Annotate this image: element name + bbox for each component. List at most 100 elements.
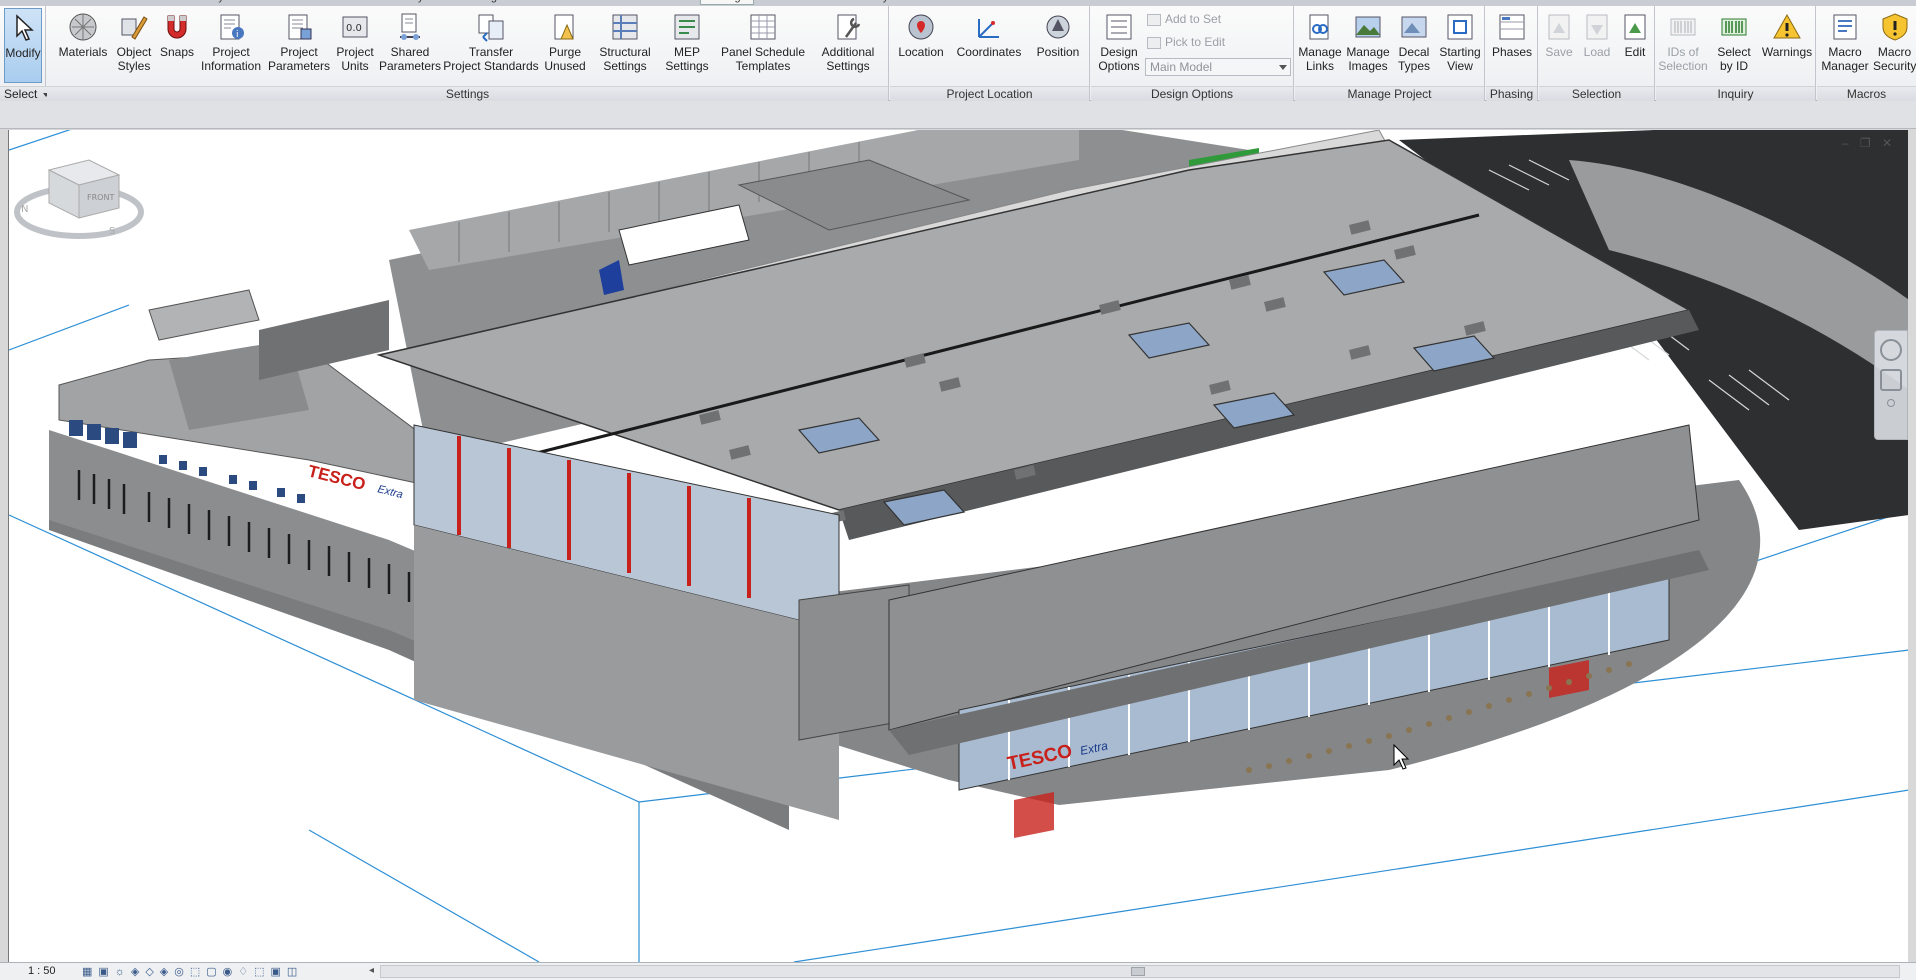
magnet-icon [167,15,187,39]
mep-settings-button[interactable]: MEP Settings [659,8,715,83]
warnings-button[interactable]: Warnings [1760,8,1814,83]
snaps-label: Snaps [159,45,195,59]
panel-schedule-icon [750,14,776,40]
design-option-value: Main Model [1150,60,1213,74]
select-by-id-button[interactable]: Select by ID [1710,8,1758,83]
add-to-set-button[interactable]: Add to Set [1147,12,1221,26]
materials-icon [69,13,97,41]
macro-manager-button[interactable]: Macro Manager [1819,8,1871,83]
decal-types-button[interactable]: Decal Types [1393,8,1435,83]
barcode-icon [1670,18,1696,36]
building-model-render: TESCO Extra TESCO Extra [9,130,1908,962]
starting-view-button[interactable]: Starting View [1437,8,1483,83]
warnings-label: Warnings [1761,45,1813,59]
design-option-select[interactable]: Main Model [1145,58,1291,76]
manage-links-button[interactable]: Manage Links [1297,8,1343,83]
starting-view-label: Starting View [1439,45,1481,73]
location-button[interactable]: Location [894,8,948,83]
structural-settings-button[interactable]: Structural Settings [593,8,657,83]
view-scale[interactable]: 1 : 50 [28,965,56,977]
scrollbar-thumb[interactable] [1131,967,1145,976]
edit-selection-label: Edit [1624,45,1646,59]
horizontal-scrollbar[interactable]: ◂ [369,965,1900,978]
view-control-icons[interactable]: ▦▣☼◈◇◈◎⬚▢◉♢⬚▣◫ [82,965,303,978]
shared-parameters-button[interactable]: Shared Parameters [379,8,441,83]
scroll-left-icon[interactable]: ◂ [369,965,374,976]
ribbon-tab-view[interactable]: View [650,0,686,5]
structural-settings-icon [612,14,638,40]
manage-links-label: Manage Links [1298,45,1342,73]
macro-security-button[interactable]: Macro Security [1873,8,1916,83]
location-label: Location [898,45,944,59]
cursor-arrow-icon [16,14,34,41]
panel-schedule-templates-button[interactable]: Panel Schedule Templates [717,8,809,83]
additional-settings-button[interactable]: Additional Settings [811,8,885,83]
design-options-title: Design Options [1091,86,1293,101]
materials-button[interactable]: Materials [55,8,111,83]
phases-button[interactable]: Phases [1488,8,1536,83]
left-extra-sign: Extra [376,483,404,501]
settings-panel: Materials Object Styles Snaps i Project … [47,6,889,101]
load-selection-button[interactable]: Load [1579,8,1615,83]
ribbon-tab-add-ins[interactable]: Add-Ins [780,0,830,5]
ids-of-selection-button[interactable]: IDs of Selection [1658,8,1708,83]
pick-to-edit-label: Pick to Edit [1165,35,1226,49]
position-button[interactable]: Position [1030,8,1086,83]
ribbon-tab-structure[interactable]: Structure [130,0,187,5]
transfer-project-standards-button[interactable]: Transfer Project Standards [443,8,539,83]
manage-images-icon [1355,16,1381,38]
ribbon-tab-manage[interactable]: Manage [700,0,754,5]
nav-options-icon[interactable] [1887,399,1895,407]
project-units-button[interactable]: 0.0 Project Units [333,8,377,83]
navigation-bar[interactable] [1874,330,1908,440]
shared-parameters-icon [400,13,420,40]
manage-images-label: Manage Images [1346,45,1390,73]
macro-manager-icon [1833,14,1857,40]
zoom-icon[interactable] [1880,369,1902,391]
transfer-standards-icon [478,14,504,42]
viewcube[interactable]: FRONT N S [9,130,149,250]
pick-to-edit-button[interactable]: Pick to Edit [1147,35,1225,49]
modify-label: Modify [5,46,41,60]
design-options-icon [1106,14,1132,40]
decal-types-icon [1401,16,1427,38]
project-parameters-button[interactable]: Project Parameters [267,8,331,83]
ribbon-tab-architecture[interactable]: Architecture [40,0,111,5]
edit-selection-button[interactable]: Edit [1617,8,1653,83]
add-to-set-label: Add to Set [1165,12,1222,26]
ribbon-tab-annotate[interactable]: Annotate [320,0,376,5]
phasing-panel: Phases Phasing [1486,6,1538,101]
project-parameters-label: Project Parameters [267,45,331,73]
ribbon-tab-systems[interactable]: Systems [205,0,259,5]
ribbon-tab-collaborate[interactable]: Collaborate [555,0,623,5]
design-options-button[interactable]: Design Options [1095,8,1143,83]
select-by-id-icon [1721,18,1747,36]
coordinates-button[interactable]: Coordinates [950,8,1028,83]
purge-unused-label: Purge Unused [544,45,586,73]
purge-unused-button[interactable]: Purge Unused [541,8,589,83]
modify-button[interactable]: Modify [4,8,42,83]
wrench-icon [837,14,861,40]
view-window-controls[interactable]: – ❐ ✕ [1842,136,1896,150]
starting-view-icon [1447,14,1473,40]
manage-images-button[interactable]: Manage Images [1345,8,1391,83]
object-styles-button[interactable]: Object Styles [113,8,155,83]
ribbon-tab-insert[interactable]: Insert [270,0,310,5]
edit-selection-icon [1624,14,1646,40]
snaps-button[interactable]: Snaps [157,8,197,83]
project-information-button[interactable]: i Project Information [197,8,265,83]
project-parameters-icon [288,14,312,40]
compass-south: S [109,226,115,237]
manage-project-panel: Manage Links Manage Images Decal Types S… [1295,6,1485,101]
manage-links-icon [1309,14,1329,40]
modify-panel: Modify Select [0,6,55,101]
3d-view-canvas[interactable]: TESCO Extra TESCO Extra – ❐ ✕ FRONT N S [8,130,1908,962]
macros-title: Macros [1817,86,1916,101]
ids-of-selection-label: IDs of Selection [1658,45,1708,73]
steering-wheel-icon[interactable] [1880,339,1902,361]
position-icon [1046,15,1070,39]
ribbon-tab-analyze[interactable]: Analyze [390,0,441,5]
ribbon-tab-modify[interactable]: Modify [850,0,894,5]
save-selection-button[interactable]: Save [1541,8,1577,83]
ribbon-tab-massing-site[interactable]: Massing & Site [450,0,535,5]
